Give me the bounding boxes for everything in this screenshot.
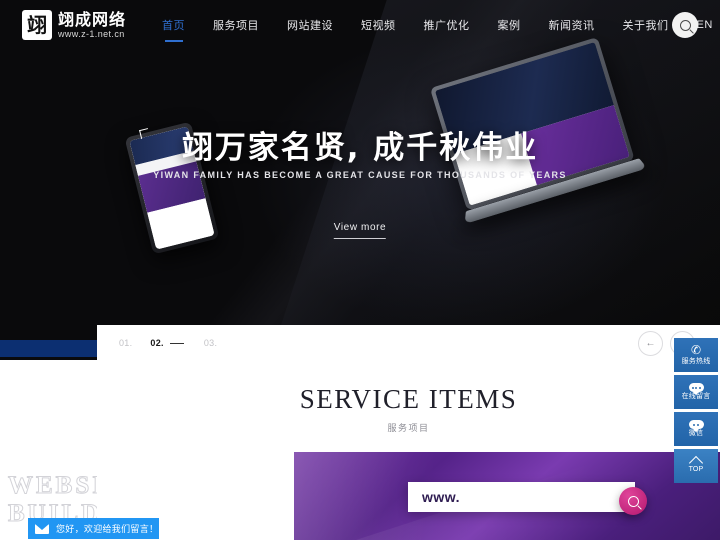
side-wechat-button[interactable]: 微信 <box>674 412 718 446</box>
nav-item-short-video[interactable]: 短视频 <box>347 0 410 50</box>
chat-invite-text: 您好，欢迎给我们留言！ <box>56 524 159 534</box>
main-nav: 首页 服务项目 网站建设 短视频 推广优化 案例 新闻资讯 关于我们 EN <box>148 0 720 50</box>
nav-item-promotion[interactable]: 推广优化 <box>410 0 484 50</box>
promo-search-value: www. <box>422 489 461 505</box>
nav-item-cases[interactable]: 案例 <box>484 0 535 50</box>
search-icon <box>627 495 639 507</box>
slide-indicator-1[interactable]: 01. <box>119 338 132 348</box>
logo-company-name: 翊成网络 <box>58 9 127 29</box>
promo-search-button[interactable] <box>619 487 647 515</box>
message-icon <box>688 383 704 395</box>
service-section-subtitle: 服务项目 <box>387 423 430 433</box>
side-hotline-label: 服务热线 <box>681 358 711 365</box>
search-icon <box>679 19 691 31</box>
page-root: 翊万家名贤, 成千秋伟业 YIWAN FAMILY HAS BECOME A G… <box>0 0 720 540</box>
slide-active-line <box>169 342 184 344</box>
slide-indicator-3[interactable]: 03. <box>204 338 217 348</box>
chat-invite-bar[interactable]: 您好，欢迎给我们留言！ <box>28 518 159 539</box>
slider-prev-button[interactable]: ← <box>638 331 663 356</box>
hero-accent-bar <box>0 340 97 357</box>
side-back-to-top-button[interactable]: TOP <box>674 449 718 483</box>
logo-url: www.z-1.net.cn <box>58 28 125 39</box>
site-header: 翊 翊成网络 www.z-1.net.cn 首页 服务项目 网站建设 短视频 推… <box>0 0 720 50</box>
service-section-title: SERVICE ITEMS <box>299 384 518 414</box>
side-message-button[interactable]: 在线留言 <box>674 375 718 409</box>
logo-text: 翊成网络 www.z-1.net.cn <box>58 11 126 40</box>
logo-mark: 翊 <box>22 10 52 40</box>
floating-side-toolbar: ✆ 服务热线 在线留言 微信 TOP <box>674 338 718 486</box>
hero-title: 翊万家名贤, 成千秋伟业 <box>181 130 539 166</box>
promo-card[interactable]: www. <box>294 452 720 540</box>
envelope-icon <box>35 523 49 534</box>
hero-banner: 翊万家名贤, 成千秋伟业 YIWAN FAMILY HAS BECOME A G… <box>0 0 720 360</box>
nav-item-news[interactable]: 新闻资讯 <box>535 0 609 50</box>
slide-indicator-2[interactable]: 02. <box>150 338 163 348</box>
nav-item-services[interactable]: 服务项目 <box>199 0 273 50</box>
nav-item-home[interactable]: 首页 <box>148 0 199 50</box>
phone-icon: ✆ <box>690 343 702 357</box>
hero-subtitle: YIWAN FAMILY HAS BECOME A GREAT CAUSE FO… <box>153 170 567 180</box>
slider-pagination: 01. 02. 03. <box>119 338 235 348</box>
side-hotline-button[interactable]: ✆ 服务热线 <box>674 338 718 372</box>
nav-item-website-building[interactable]: 网站建设 <box>273 0 347 50</box>
view-more-button[interactable]: View more <box>333 222 387 239</box>
promo-search-input[interactable]: www. <box>408 482 635 512</box>
site-logo[interactable]: 翊 翊成网络 www.z-1.net.cn <box>22 10 126 40</box>
wechat-icon <box>688 420 704 432</box>
header-search-button[interactable] <box>672 12 698 38</box>
